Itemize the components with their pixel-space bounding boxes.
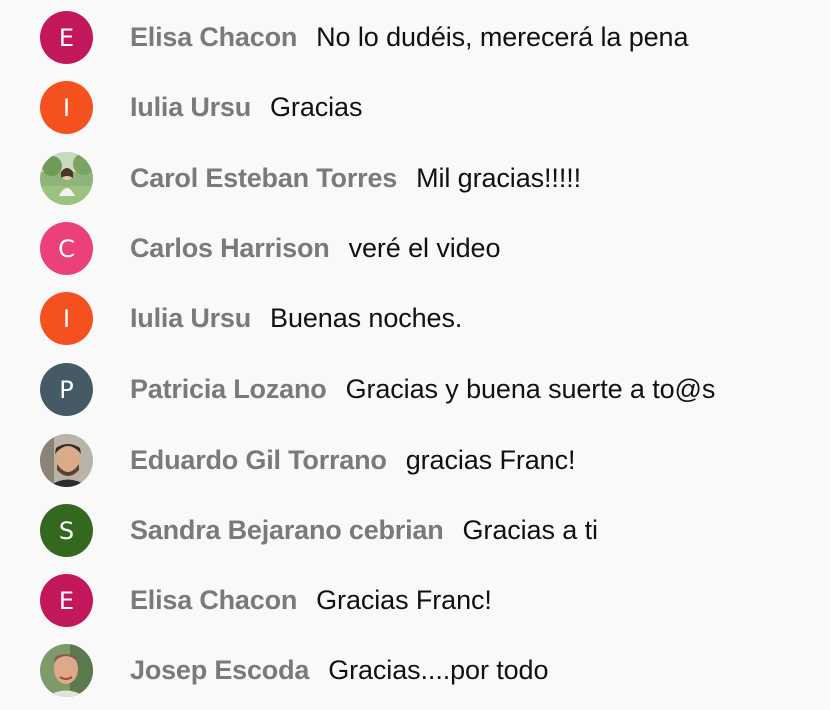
message-line: Sandra Bejarano cebrian Gracias a ti <box>130 495 598 565</box>
avatar-initial: C <box>58 234 75 263</box>
message-text: Gracias Franc! <box>316 584 492 615</box>
avatar-photo[interactable] <box>40 434 93 487</box>
avatar[interactable]: S <box>40 504 93 557</box>
message-line: Elisa Chacon Gracias Franc! <box>130 565 492 635</box>
message-author: Carol Esteban Torres <box>130 162 398 193</box>
avatar[interactable]: I <box>40 292 93 345</box>
message-author: Sandra Bejarano cebrian <box>130 514 444 545</box>
avatar[interactable]: P <box>40 363 93 416</box>
chat-message-row: S Sandra Bejarano cebrian Gracias a ti <box>0 495 830 565</box>
message-text: Gracias....por todo <box>328 654 549 685</box>
avatar-initial: E <box>58 586 75 615</box>
message-author: Eduardo Gil Torrano <box>130 444 387 475</box>
chat-message-row: E Elisa Chacon Gracias Franc! <box>0 565 830 635</box>
message-line: Eduardo Gil Torrano gracias Franc! <box>130 425 575 495</box>
message-line: Josep Escoda Gracias....por todo <box>130 635 549 705</box>
message-author: Iulia Ursu <box>130 302 252 333</box>
message-line: Iulia Ursu Gracias <box>130 72 362 142</box>
avatar-initial: E <box>58 23 75 52</box>
chat-message-row: Josep Escoda Gracias....por todo <box>0 635 830 705</box>
message-author: Carlos Harrison <box>130 232 330 263</box>
message-line: Carol Esteban Torres Mil gracias!!!!! <box>130 143 581 213</box>
avatar-initial: I <box>62 93 71 122</box>
avatar-photo[interactable] <box>40 644 93 697</box>
message-text: Buenas noches. <box>270 302 463 333</box>
avatar-photo[interactable] <box>40 152 93 205</box>
message-author: Patricia Lozano <box>130 373 327 404</box>
message-text: No lo dudéis, merecerá la pena <box>316 21 689 52</box>
avatar-initial: P <box>59 375 74 404</box>
chat-message-row: Eduardo Gil Torrano gracias Franc! <box>0 425 830 495</box>
message-text: Gracias <box>270 91 363 122</box>
chat-message-row: Carol Esteban Torres Mil gracias!!!!! <box>0 143 830 213</box>
chat-message-list: E Elisa Chacon No lo dudéis, merecerá la… <box>0 0 830 710</box>
message-author: Iulia Ursu <box>130 91 252 122</box>
message-text: gracias Franc! <box>405 444 576 475</box>
message-author: Elisa Chacon <box>130 584 298 615</box>
avatar[interactable]: C <box>40 222 93 275</box>
chat-message-row: P Patricia Lozano Gracias y buena suerte… <box>0 354 830 424</box>
chat-message-row: C Carlos Harrison veré el video <box>0 213 830 283</box>
avatar[interactable]: I <box>40 81 93 134</box>
message-line: Elisa Chacon No lo dudéis, merecerá la p… <box>130 2 688 72</box>
avatar[interactable]: E <box>40 11 93 64</box>
message-author: Elisa Chacon <box>130 21 298 52</box>
message-line: Iulia Ursu Buenas noches. <box>130 283 462 353</box>
message-text: Mil gracias!!!!! <box>416 162 582 193</box>
message-line: Carlos Harrison veré el video <box>130 213 500 283</box>
chat-message-row: I Iulia Ursu Gracias <box>0 72 830 142</box>
chat-message-row: E Elisa Chacon No lo dudéis, merecerá la… <box>0 2 830 72</box>
message-author: Josep Escoda <box>130 654 310 685</box>
user-photo-man-older-icon <box>40 644 93 697</box>
message-text: Gracias a ti <box>462 514 598 545</box>
user-photo-outdoor-icon <box>40 152 93 205</box>
avatar-initial: I <box>62 304 71 333</box>
avatar[interactable]: E <box>40 574 93 627</box>
message-line: Patricia Lozano Gracias y buena suerte a… <box>130 354 715 424</box>
avatar-initial: S <box>58 516 75 545</box>
message-text: veré el video <box>348 232 501 263</box>
message-text: Gracias y buena suerte a to@s <box>345 373 716 404</box>
chat-message-row: I Iulia Ursu Buenas noches. <box>0 283 830 353</box>
user-photo-man-icon <box>40 434 93 487</box>
